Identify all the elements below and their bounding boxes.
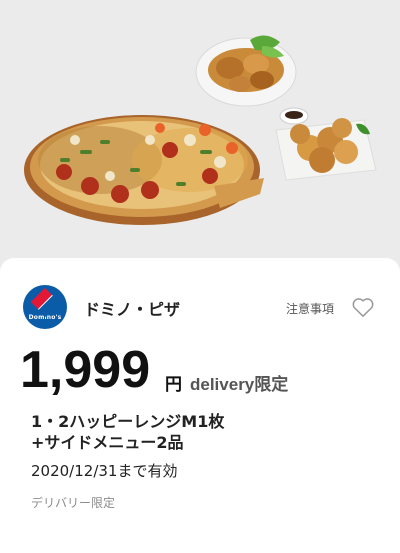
notice-link[interactable]: 注意事項	[286, 300, 334, 317]
restriction-note: デリバリー限定	[31, 496, 116, 510]
dominos-logo: Domino's	[23, 285, 67, 329]
heart-outline-icon[interactable]	[350, 294, 376, 320]
domino-tile-icon	[30, 287, 60, 316]
delivery-only-label: delivery限定	[190, 370, 288, 395]
coupon-price: 1,999	[20, 341, 151, 399]
delivery-label: delivery	[190, 375, 255, 394]
pizza-and-chicken-image	[24, 35, 377, 225]
limited-label: 限定	[254, 375, 289, 395]
expiry-date: 2020/12/31まで有効	[31, 462, 178, 480]
price-unit: 円	[165, 375, 182, 395]
brand-name: ドミノ・ピザ	[84, 300, 181, 319]
product-photo	[0, 0, 400, 272]
coupon-item-line-2: +サイドメニュー2品	[31, 433, 184, 452]
